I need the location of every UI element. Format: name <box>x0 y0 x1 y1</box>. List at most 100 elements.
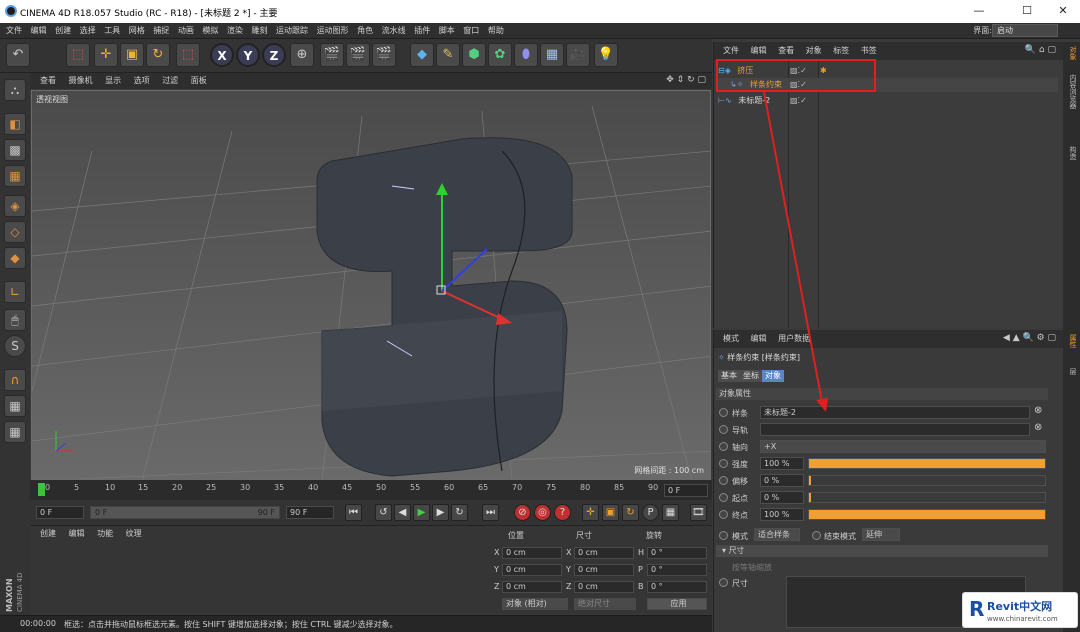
minimize-button[interactable]: — <box>964 2 994 20</box>
anim-dot[interactable] <box>719 425 728 434</box>
anim-dot[interactable] <box>719 578 728 587</box>
render-picture-viewer-icon[interactable]: 🎬 <box>346 43 370 67</box>
menu-create[interactable]: 创建 <box>55 23 71 39</box>
key-parameter-icon[interactable]: P <box>642 504 659 521</box>
link-target-icon[interactable]: ⊗ <box>1034 422 1042 433</box>
object-row-spline[interactable]: ⊢∿ 未标题-2 ▨⁚✓ <box>718 94 1058 108</box>
anim-dot[interactable] <box>719 531 728 540</box>
end-slider[interactable] <box>808 509 1046 520</box>
pos-y-field[interactable]: 0 cm <box>502 564 562 576</box>
viewport-navigation-icons[interactable]: ✥ ⇕ ↻ ▢ <box>666 75 706 85</box>
attr-nav-icons[interactable]: ◀ ▲ 🔍 ⚙ ▢ <box>1003 333 1056 343</box>
offset-slider[interactable] <box>808 475 1046 486</box>
undo-icon[interactable]: ↶ <box>6 43 30 67</box>
side-tab-content-browser[interactable]: 内容浏览器 <box>1065 74 1078 109</box>
menu-sculpt[interactable]: 雕刻 <box>251 23 267 39</box>
start-slider[interactable] <box>808 492 1046 503</box>
axis-select[interactable]: +X <box>760 440 1046 453</box>
spline-link-field[interactable]: 未标题-2 <box>760 406 1030 419</box>
scheme-icon[interactable]: 🎞 <box>690 504 707 521</box>
scale-icon[interactable]: ▣ <box>120 43 144 67</box>
menu-render[interactable]: 渲染 <box>227 23 243 39</box>
menu-file[interactable]: 文件 <box>6 23 22 39</box>
autokey-icon[interactable]: ◎ <box>534 504 551 521</box>
keyframe-selection-icon[interactable]: ? <box>554 504 571 521</box>
x-axis-lock-button[interactable]: X <box>210 43 234 67</box>
menu-help[interactable]: 帮助 <box>488 23 504 39</box>
obj-menu-bookmark[interactable]: 书签 <box>861 42 877 60</box>
workplane-icon[interactable]: ▦ <box>4 165 26 187</box>
start-field[interactable]: 0 % <box>760 491 804 504</box>
anim-dot[interactable] <box>719 476 728 485</box>
rotate-icon[interactable]: ↻ <box>146 43 170 67</box>
size-mode-select[interactable]: 绝对尺寸 <box>574 598 636 610</box>
next-frame-icon[interactable]: ▶ <box>432 504 449 521</box>
current-frame-field[interactable]: 0 F <box>664 484 708 497</box>
obj-menu-file[interactable]: 文件 <box>723 42 739 60</box>
menu-mograph[interactable]: 运动图形 <box>317 23 349 39</box>
menu-character[interactable]: 角色 <box>357 23 373 39</box>
floor-icon[interactable]: ▦ <box>540 43 564 67</box>
apply-button[interactable]: 应用 <box>647 598 707 610</box>
end-frame-field[interactable]: 90 F <box>286 506 334 519</box>
edges-mode-icon[interactable]: ◇ <box>4 221 26 243</box>
side-tab-structure[interactable]: 构造 <box>1065 146 1078 160</box>
play-icon[interactable]: ▶ <box>413 504 430 521</box>
key-pla-icon[interactable]: ▦ <box>662 504 679 521</box>
anim-dot[interactable] <box>719 510 728 519</box>
visibility-icons[interactable]: ▨⁚✓ <box>790 94 807 108</box>
grid-lock-icon[interactable]: ▦ <box>4 421 26 443</box>
goto-start-icon[interactable]: ⏮ <box>345 504 362 521</box>
workplane-lock-icon[interactable]: ▦ <box>4 395 26 417</box>
light-icon[interactable]: 💡 <box>594 43 618 67</box>
attr-menu-edit[interactable]: 编辑 <box>751 330 767 348</box>
use-spline-checkbox-label[interactable]: 按等轴缩放 <box>732 562 772 573</box>
polygons-mode-icon[interactable]: ◆ <box>4 247 26 269</box>
menu-select[interactable]: 选择 <box>80 23 96 39</box>
strength-field[interactable]: 100 % <box>760 457 804 470</box>
mode-select[interactable]: 适合样条 <box>754 528 800 541</box>
menu-motion-tracking[interactable]: 运动跟踪 <box>276 23 308 39</box>
record-active-icon[interactable]: ⊘ <box>514 504 531 521</box>
size-y-field[interactable]: 0 cm <box>574 564 634 576</box>
link-target-icon[interactable]: ⊗ <box>1034 405 1042 416</box>
obj-menu-edit[interactable]: 编辑 <box>751 42 767 60</box>
snap-icon[interactable]: ∩ <box>4 369 26 391</box>
viewport-menu-view[interactable]: 查看 <box>40 73 56 89</box>
menu-animate[interactable]: 动画 <box>178 23 194 39</box>
tab-coord[interactable]: 坐标 <box>740 370 762 382</box>
key-rotation-icon[interactable]: ↻ <box>622 504 639 521</box>
material-menu-create[interactable]: 创建 <box>40 526 56 542</box>
rot-b-field[interactable]: 0 ° <box>647 581 707 593</box>
key-scale-icon[interactable]: ▣ <box>602 504 619 521</box>
attr-menu-mode[interactable]: 模式 <box>723 330 739 348</box>
coordinate-system-icon[interactable]: ⊕ <box>290 43 314 67</box>
strength-slider[interactable] <box>808 458 1046 469</box>
viewport-menu-filter[interactable]: 过滤 <box>162 73 178 89</box>
cloner-icon[interactable]: ✿ <box>488 43 512 67</box>
render-view-icon[interactable]: 🎬 <box>320 43 344 67</box>
subdivision-icon[interactable]: ⬢ <box>462 43 486 67</box>
pos-x-field[interactable]: 0 cm <box>502 547 562 559</box>
menu-tools[interactable]: 工具 <box>104 23 120 39</box>
anim-dot[interactable] <box>719 442 728 451</box>
end-mode-select[interactable]: 延伸 <box>862 528 900 541</box>
menu-plugins[interactable]: 插件 <box>414 23 430 39</box>
model-mode-icon[interactable]: ◧ <box>4 113 26 135</box>
size-z-field[interactable]: 0 cm <box>574 581 634 593</box>
viewport-menu-display[interactable]: 显示 <box>105 73 121 89</box>
obj-menu-view[interactable]: 查看 <box>778 42 794 60</box>
menu-mesh[interactable]: 网格 <box>129 23 145 39</box>
perspective-viewport[interactable]: 透视视图 网格间距 : 100 cm <box>31 90 711 480</box>
solo-mode-icon[interactable]: S <box>4 335 26 357</box>
obj-menu-tag[interactable]: 标签 <box>833 42 849 60</box>
menu-edit[interactable]: 编辑 <box>31 23 47 39</box>
axis-mode-icon[interactable]: ∟ <box>4 281 26 303</box>
rot-p-field[interactable]: 0 ° <box>647 564 707 576</box>
start-frame-field[interactable]: 0 F <box>36 506 84 519</box>
menu-snap[interactable]: 捕捉 <box>153 23 169 39</box>
end-field[interactable]: 100 % <box>760 508 804 521</box>
menu-window[interactable]: 窗口 <box>463 23 479 39</box>
deformer-icon[interactable]: ⬮ <box>514 43 538 67</box>
timeline-ruler[interactable]: 0 5 10 15 20 25 30 35 40 45 50 55 60 65 … <box>30 480 712 500</box>
